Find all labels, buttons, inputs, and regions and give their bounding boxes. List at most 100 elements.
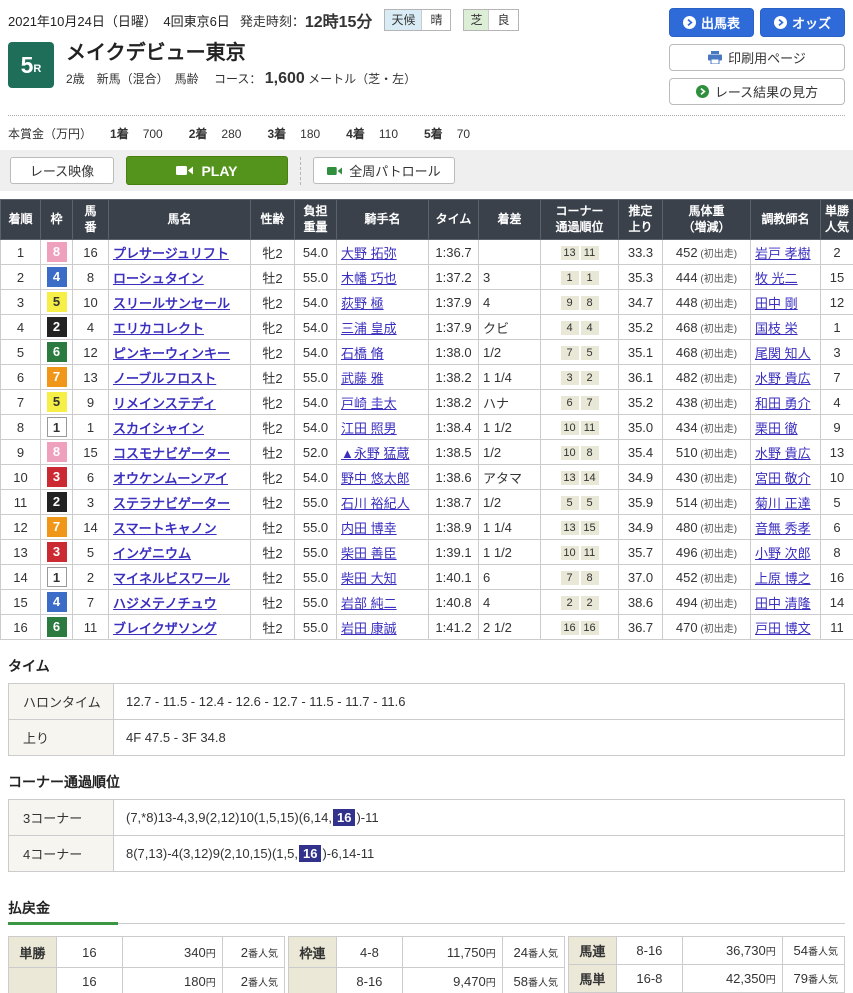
horse-link[interactable]: スカイシャイン [113, 421, 204, 436]
patrol-video-button[interactable]: 全周パトロール [313, 157, 455, 184]
corner-position-badge: 4 [561, 321, 579, 335]
result-row: 1547ハジメテノチュウ牡255.0岩部 純二1:40.842238.6494 … [1, 590, 853, 615]
finish-position: 8 [1, 415, 41, 440]
turf-label: 芝 [464, 10, 488, 30]
entries-button[interactable]: 出馬表 [669, 8, 754, 37]
finish-position: 11 [1, 490, 41, 515]
prize-amount: 110 [379, 127, 398, 141]
horse-link[interactable]: ノーブルフロスト [113, 371, 216, 386]
horse-link[interactable]: ピンキーウィンキー [113, 346, 230, 361]
body-weight: 452 (初出走) [663, 240, 751, 265]
body-weight: 444 (初出走) [663, 265, 751, 290]
trainer-link[interactable]: 上原 博之 [755, 571, 811, 586]
trainer-link[interactable]: 牧 光二 [755, 271, 798, 286]
jockey-link[interactable]: 荻野 極 [341, 296, 384, 311]
popularity-suffix: 番人気 [808, 975, 838, 986]
corner-position-badge: 5 [561, 496, 579, 510]
finish-position: 4 [1, 315, 41, 340]
horse-link[interactable]: ブレイクザソング [113, 621, 217, 636]
payout-popularity: 2番人気 [222, 937, 284, 968]
frame-cell: 8 [41, 440, 73, 465]
corner4-row: 4コーナー 8(7,13)-4(3,12)9(2,10,15)(1,5,16)-… [9, 836, 845, 872]
horse-link[interactable]: リメインステディ [113, 396, 216, 411]
horse-link[interactable]: ハジメテノチュウ [113, 596, 217, 611]
jockey-link[interactable]: 木幡 巧也 [341, 271, 397, 286]
results-column-header: 性齢 [251, 200, 295, 240]
finish-time: 1:38.2 [429, 390, 479, 415]
jockey-link[interactable]: 江田 照男 [341, 421, 397, 436]
body-weight-note: (初出走) [698, 524, 737, 535]
horse-name-cell: ステラナビゲーター [109, 490, 251, 515]
trainer-link[interactable]: 栗田 徹 [755, 421, 798, 436]
bet-type-label: 馬連 [569, 937, 617, 965]
turf-condition-box: 芝 良 [463, 9, 518, 31]
trainer-link[interactable]: 尾関 知人 [755, 346, 811, 361]
horse-link[interactable]: インゲニウム [113, 546, 191, 561]
horse-link[interactable]: プレサージュリフト [113, 246, 229, 261]
corner-positions: 32 [541, 365, 619, 390]
horse-link[interactable]: ローシュタイン [113, 271, 204, 286]
race-title-block: メイクデビュー東京 2歳 新馬（混合） 馬齢 コース： 1,600 メートル（芝… [66, 42, 416, 88]
frame-cell: 7 [41, 365, 73, 390]
corner4-post: )-6,14-11 [322, 846, 374, 861]
bet-type-label: 単勝 [9, 937, 57, 968]
horse-name-cell: ノーブルフロスト [109, 365, 251, 390]
payout-title-accent [8, 922, 118, 925]
corner4-pre: 8(7,13)-4(3,12)9(2,10,15)(1,5, [126, 846, 298, 861]
corner-position-badge: 1 [581, 271, 599, 285]
body-weight-note: (初出走) [698, 549, 737, 560]
horse-link[interactable]: コスモナビゲーター [113, 446, 230, 461]
finish-position: 5 [1, 340, 41, 365]
jockey-link[interactable]: 三浦 皇成 [341, 321, 397, 336]
body-weight-value: 444 [676, 270, 698, 285]
trainer-link[interactable]: 田中 剛 [755, 296, 798, 311]
jockey-link[interactable]: 石川 裕紀人 [341, 496, 410, 511]
play-button[interactable]: PLAY [126, 156, 288, 185]
last-3f-time: 35.2 [619, 315, 663, 340]
jockey-cell: 大野 拓弥 [337, 240, 429, 265]
print-page-button[interactable]: 印刷用ページ [669, 44, 845, 71]
jockey-link[interactable]: 岩部 純二 [341, 596, 397, 611]
trainer-link[interactable]: 国枝 栄 [755, 321, 798, 336]
finish-time: 1:38.6 [429, 465, 479, 490]
jockey-link[interactable]: 石橋 脩 [341, 346, 384, 361]
horse-link[interactable]: スリールサンセール [113, 296, 230, 311]
trainer-link[interactable]: 水野 貴広 [755, 371, 811, 386]
race-video-button[interactable]: レース映像 [10, 157, 114, 184]
jockey-link[interactable]: 大野 拓弥 [341, 246, 397, 261]
trainer-link[interactable]: 宮田 敬介 [755, 471, 811, 486]
sex-age: 牝2 [251, 290, 295, 315]
jockey-link[interactable]: 柴田 善臣 [341, 546, 397, 561]
trainer-link[interactable]: 菊川 正達 [755, 496, 811, 511]
horse-link[interactable]: マイネルビスワール [113, 571, 230, 586]
jockey-link[interactable]: 武藤 雅 [341, 371, 384, 386]
horse-number: 5 [73, 540, 109, 565]
margin: 6 [479, 565, 541, 590]
odds-button[interactable]: オッズ [760, 8, 845, 37]
trainer-link[interactable]: 水野 貴広 [755, 446, 811, 461]
jockey-link[interactable]: 内田 博幸 [341, 521, 397, 536]
payout-popularity: 79番人気 [782, 965, 844, 993]
horse-number: 9 [73, 390, 109, 415]
jockey-link[interactable]: 戸崎 圭太 [341, 396, 397, 411]
horse-link[interactable]: スマートキャノン [113, 521, 217, 536]
trainer-link[interactable]: 田中 清隆 [755, 596, 811, 611]
race-title: メイクデビュー東京 [66, 42, 416, 64]
result-guide-button[interactable]: レース結果の見方 [669, 78, 845, 105]
horse-link[interactable]: エリカコレクト [113, 321, 204, 336]
trainer-link[interactable]: 小野 次郎 [755, 546, 811, 561]
jockey-link[interactable]: 柴田 大知 [341, 571, 397, 586]
payout-amount: 36,730円 [683, 937, 783, 965]
horse-link[interactable]: オウケンムーンアイ [113, 471, 228, 486]
corner-position-badge: 13 [561, 246, 579, 260]
jockey-link[interactable]: ▲永野 猛蔵 [341, 446, 409, 461]
results-column-header: 推定上り [619, 200, 663, 240]
jockey-link[interactable]: 岩田 康誠 [341, 621, 397, 636]
jockey-link[interactable]: 野中 悠太郎 [341, 471, 410, 486]
trainer-link[interactable]: 戸田 博文 [755, 621, 811, 636]
horse-link[interactable]: ステラナビゲーター [113, 496, 230, 511]
carried-weight: 54.0 [295, 415, 337, 440]
trainer-link[interactable]: 和田 勇介 [755, 396, 811, 411]
trainer-link[interactable]: 岩戸 孝樹 [755, 246, 811, 261]
trainer-link[interactable]: 音無 秀孝 [755, 521, 811, 536]
